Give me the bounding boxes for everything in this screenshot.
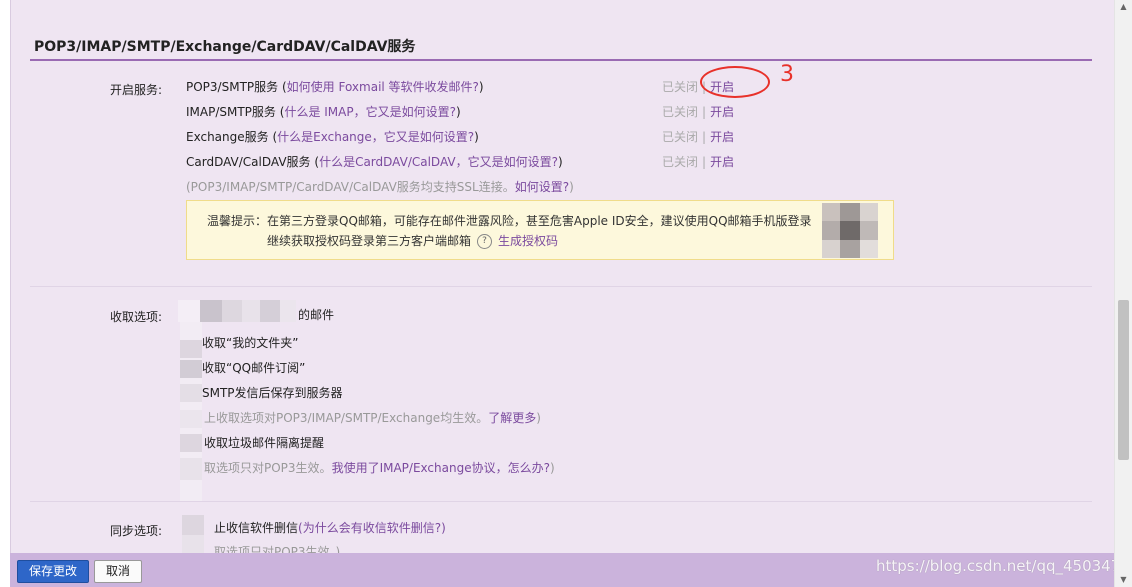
enable-link[interactable]: 开启 xyxy=(710,130,734,144)
receive-item[interactable]: 收取“我的文件夹” xyxy=(202,334,298,351)
receive-label: 收取选项: xyxy=(110,310,163,324)
warning-notice: 温馨提示：在第三方登录QQ邮箱，可能存在邮件泄露风险，甚至危害Apple ID安… xyxy=(186,200,894,260)
services-label: 开启服务: xyxy=(110,83,163,97)
status-off: 已关闭 xyxy=(662,80,699,94)
receive-note-pop3: 取选项只对POP3生效。我使用了IMAP/Exchange协议，怎么办?) xyxy=(204,461,555,475)
service-help-link[interactable]: 什么是CardDAV/CalDAV，它又是如何设置? xyxy=(319,155,558,169)
step-number: 3 xyxy=(780,62,794,87)
service-name: Exchange服务 xyxy=(186,130,269,144)
settings-panel xyxy=(10,0,1116,587)
divider xyxy=(30,501,1092,502)
ssl-note: (POP3/IMAP/SMTP/CardDAV/CalDAV服务均支持SSL连接… xyxy=(186,180,574,194)
receive-item[interactable]: 收取垃圾邮件隔离提醒 xyxy=(204,434,324,451)
ssl-help-link[interactable]: 如何设置? xyxy=(515,180,569,194)
service-name: CardDAV/CalDAV服务 xyxy=(186,155,311,169)
service-name: POP3/SMTP服务 xyxy=(186,80,279,94)
learn-more-link[interactable]: 了解更多 xyxy=(488,411,536,425)
sync-label: 同步选项: xyxy=(110,524,163,538)
service-name: IMAP/SMTP服务 xyxy=(186,105,276,119)
help-icon[interactable]: ? xyxy=(477,234,493,249)
service-row-imap: IMAP/SMTP服务 (什么是 IMAP，它又是如何设置?) xyxy=(186,105,461,119)
scroll-up-icon[interactable]: ▲ xyxy=(1115,0,1132,14)
status-off: 已关闭 xyxy=(662,105,699,119)
status-off: 已关闭 xyxy=(662,155,699,169)
notice-text: 温馨提示：在第三方登录QQ邮箱，可能存在邮件泄露风险，甚至危害Apple ID安… xyxy=(207,214,812,228)
receive-item[interactable]: SMTP发信后保存到服务器 xyxy=(202,384,343,401)
sync-help-link[interactable]: (为什么会有收信软件删信?) xyxy=(298,521,446,535)
receive-item[interactable]: 的邮件 xyxy=(298,306,334,323)
service-help-link[interactable]: 如何使用 Foxmail 等软件收发邮件? xyxy=(287,80,479,94)
service-help-link[interactable]: 什么是Exchange，它又是如何设置? xyxy=(277,130,474,144)
save-button[interactable]: 保存更改 xyxy=(17,560,89,583)
highlight-ellipse xyxy=(700,66,770,98)
receive-note: 上收取选项对POP3/IMAP/SMTP/Exchange均生效。了解更多) xyxy=(204,411,541,425)
vertical-scrollbar[interactable]: ▲ ▼ xyxy=(1114,0,1132,587)
scroll-down-icon[interactable]: ▼ xyxy=(1115,573,1132,587)
section-rule xyxy=(30,59,1092,61)
enable-link[interactable]: 开启 xyxy=(710,155,734,169)
service-help-link[interactable]: 什么是 IMAP，它又是如何设置? xyxy=(284,105,456,119)
enable-link[interactable]: 开启 xyxy=(710,105,734,119)
watermark: https://blog.csdn.net/qq_45034708 xyxy=(876,557,1132,575)
imap-help-link[interactable]: 我使用了IMAP/Exchange协议，怎么办? xyxy=(332,461,550,475)
status-off: 已关闭 xyxy=(662,130,699,144)
section-title: POP3/IMAP/SMTP/Exchange/CardDAV/CalDAV服务 xyxy=(34,39,416,55)
cancel-button[interactable]: 取消 xyxy=(94,560,142,583)
toggle-caldav: 已关闭 | 开启 xyxy=(662,155,735,169)
service-row-caldav: CardDAV/CalDAV服务 (什么是CardDAV/CalDAV，它又是如… xyxy=(186,155,563,169)
generate-auth-code-link[interactable]: 生成授权码 xyxy=(498,234,558,248)
service-row-exchange: Exchange服务 (什么是Exchange，它又是如何设置?) xyxy=(186,130,479,144)
service-row-pop3: POP3/SMTP服务 (如何使用 Foxmail 等软件收发邮件?) xyxy=(186,80,484,94)
toggle-imap: 已关闭 | 开启 xyxy=(662,105,735,119)
scrollbar-thumb[interactable] xyxy=(1118,300,1129,460)
toggle-exchange: 已关闭 | 开启 xyxy=(662,130,735,144)
divider xyxy=(30,286,1092,287)
sync-item[interactable]: 止收信软件删信(为什么会有收信软件删信?) xyxy=(214,519,446,536)
notice-line2: 继续获取授权码登录第三方客户端邮箱? 生成授权码 xyxy=(267,234,559,249)
receive-item[interactable]: 收取“QQ邮件订阅” xyxy=(202,359,305,376)
